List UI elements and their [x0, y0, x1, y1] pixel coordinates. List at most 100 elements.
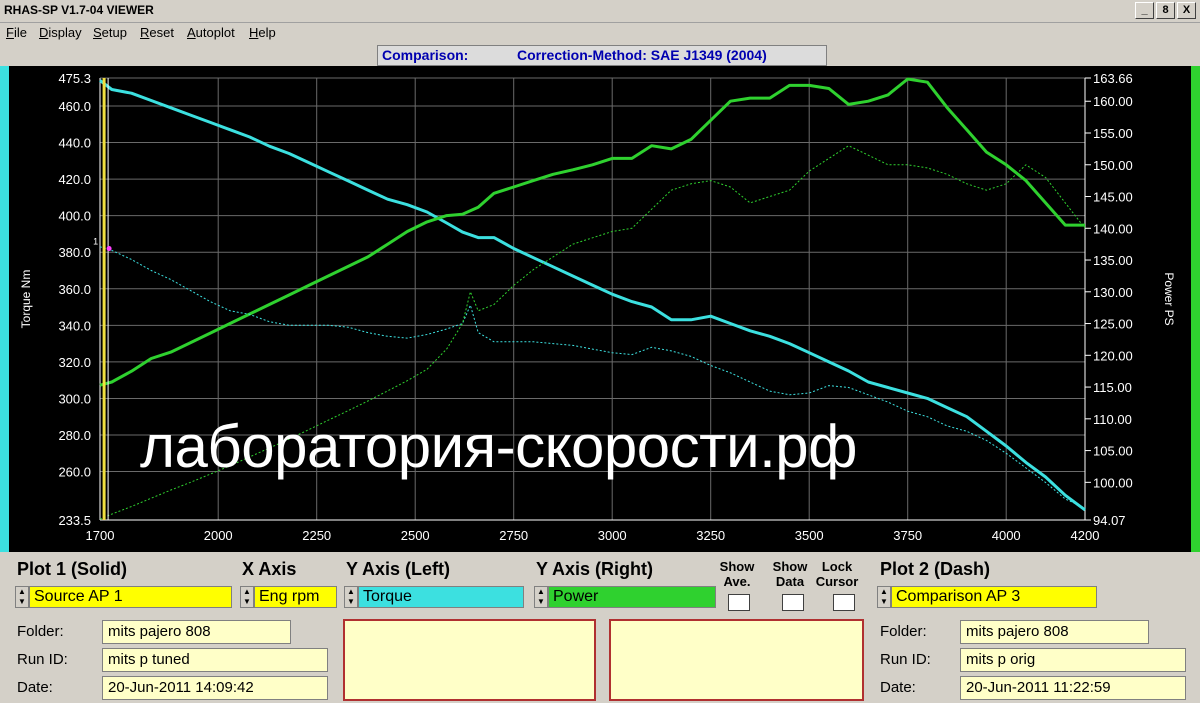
- menu-reset-accel: R: [140, 25, 150, 40]
- spin-updown-icon[interactable]: ▲ ▼: [344, 586, 358, 608]
- window-title: RHAS-SP V1.7-04 VIEWER: [4, 3, 154, 17]
- menu-display-label: isplay: [48, 25, 82, 40]
- cursor-marker: 1: [93, 236, 98, 246]
- yright-title: Y Axis (Right): [536, 559, 654, 579]
- menu-setup-accel: S: [93, 25, 102, 40]
- lock-cursor-label: Lock Cursor: [815, 559, 859, 589]
- minimize-button[interactable]: _: [1135, 2, 1154, 19]
- y2-axis-label: Power PS: [1162, 272, 1176, 325]
- menu-display-accel: D: [39, 25, 49, 40]
- plot1-date-label: Date:: [17, 679, 53, 696]
- menu-help-accel: H: [249, 25, 259, 40]
- menu-file-label: ile: [13, 25, 27, 40]
- xaxis-title: X Axis: [242, 559, 297, 579]
- plot1-date-field[interactable]: 20-Jun-2011 14:09:42: [102, 676, 328, 700]
- correction-method: Correction-Method: SAE J1349 (2004): [517, 47, 767, 63]
- x-tick-label: 3000: [598, 528, 627, 543]
- plot2-runid-field[interactable]: mits p orig: [960, 648, 1186, 672]
- x-tick-label: 2500: [401, 528, 430, 543]
- plot1-notes-box[interactable]: [343, 619, 596, 701]
- menu-display[interactable]: Display: [39, 25, 82, 40]
- xaxis-value: Eng rpm: [254, 586, 337, 608]
- yleft-select[interactable]: ▲ ▼ Torque: [344, 586, 524, 608]
- x-tick-label: 4200: [1071, 528, 1100, 543]
- close-button[interactable]: X: [1177, 2, 1196, 19]
- show-ave-label: Show Ave.: [719, 559, 755, 589]
- plot1-source-select[interactable]: ▲ ▼ Source AP 1: [15, 586, 232, 608]
- y2-tick-label: 145.00: [1093, 190, 1133, 205]
- yleft-title: Y Axis (Left): [346, 559, 451, 579]
- menu-help[interactable]: Help: [249, 25, 276, 40]
- maximize-button[interactable]: 8: [1156, 2, 1175, 19]
- plot1-runid-field[interactable]: mits p tuned: [102, 648, 328, 672]
- y2-tick-label: 130.00: [1093, 285, 1133, 300]
- y-tick-label: 400.0: [58, 209, 91, 224]
- spin-updown-icon[interactable]: ▲ ▼: [15, 586, 29, 608]
- x-tick-label: 4000: [992, 528, 1021, 543]
- spin-updown-icon[interactable]: ▲ ▼: [534, 586, 548, 608]
- plot2-title: Plot 2 (Dash): [880, 559, 991, 579]
- x-tick-label: 1700: [86, 528, 115, 543]
- x-tick-label: 2250: [302, 528, 331, 543]
- plot2-notes-box[interactable]: [609, 619, 864, 701]
- x-tick-label: 3500: [795, 528, 824, 543]
- menu-help-label: elp: [258, 25, 276, 40]
- y-tick-label: 320.0: [58, 355, 91, 370]
- xaxis-select[interactable]: ▲ ▼ Eng rpm: [240, 586, 337, 608]
- yright-value: Power: [548, 586, 716, 608]
- left-axis-color-bar: [0, 66, 9, 552]
- y2-tick-label: 135.00: [1093, 253, 1133, 268]
- y-tick-label: 233.5: [58, 513, 91, 528]
- menu-autoplot[interactable]: Autoplot: [187, 25, 235, 40]
- plot2-source-select[interactable]: ▲ ▼ Comparison AP 3: [877, 586, 1097, 608]
- x-tick-label: 3250: [696, 528, 725, 543]
- y-tick-label: 280.0: [58, 428, 91, 443]
- y2-tick-label: 105.00: [1093, 444, 1133, 459]
- watermark: лаборатория-скорости.рф: [140, 413, 858, 480]
- spin-updown-icon[interactable]: ▲ ▼: [877, 586, 891, 608]
- menu-bar: File Display Setup Reset Autoplot Help: [0, 22, 1200, 44]
- show-data-checkbox[interactable]: [782, 594, 804, 611]
- y-tick-label: 475.3: [58, 71, 91, 86]
- menu-reset-label: eset: [149, 25, 174, 40]
- power-solid-series: [99, 77, 1085, 387]
- spin-updown-icon[interactable]: ▲ ▼: [240, 586, 254, 608]
- window-controls: _ 8 X: [1135, 2, 1196, 19]
- y2-tick-label: 94.07: [1093, 513, 1126, 528]
- menu-file[interactable]: File: [6, 25, 27, 40]
- y-tick-label: 460.0: [58, 99, 91, 114]
- right-axis-color-fill: [1191, 66, 1200, 552]
- x-tick-label: 2750: [499, 528, 528, 543]
- lock-cursor-checkbox[interactable]: [833, 594, 855, 611]
- y-tick-label: 260.0: [58, 465, 91, 480]
- menu-autoplot-accel: A: [187, 25, 196, 40]
- y-tick-label: 360.0: [58, 282, 91, 297]
- x-tick-label: 2000: [204, 528, 233, 543]
- y2-tick-label: 150.00: [1093, 158, 1133, 173]
- y2-tick-label: 160.00: [1093, 94, 1133, 109]
- y2-tick-label: 163.66: [1093, 71, 1133, 86]
- menu-reset[interactable]: Reset: [140, 25, 174, 40]
- menu-file-accel: F: [6, 25, 14, 40]
- plot2-date-field[interactable]: 20-Jun-2011 11:22:59: [960, 676, 1186, 700]
- y-axis-label: Torque Nm: [19, 270, 33, 329]
- show-data-label: Show Data: [772, 559, 808, 589]
- plot1-folder-field[interactable]: mits pajero 808: [102, 620, 291, 644]
- menu-setup[interactable]: Setup: [93, 25, 127, 40]
- cursor-point: [106, 246, 112, 252]
- y-tick-label: 340.0: [58, 318, 91, 333]
- plot2-folder-label: Folder:: [880, 623, 927, 640]
- y-tick-label: 420.0: [58, 172, 91, 187]
- plot1-folder-label: Folder:: [17, 623, 64, 640]
- y2-tick-label: 140.00: [1093, 221, 1133, 236]
- plot2-source-value: Comparison AP 3: [891, 586, 1097, 608]
- plot2-date-label: Date:: [880, 679, 916, 696]
- y2-tick-label: 115.00: [1093, 380, 1132, 395]
- show-ave-checkbox[interactable]: [728, 594, 750, 611]
- yright-select[interactable]: ▲ ▼ Power: [534, 586, 716, 608]
- yleft-value: Torque: [358, 586, 524, 608]
- y-tick-label: 440.0: [58, 136, 91, 151]
- y-tick-label: 380.0: [58, 245, 91, 260]
- plot2-folder-field[interactable]: mits pajero 808: [960, 620, 1149, 644]
- plot2-runid-label: Run ID:: [880, 651, 931, 668]
